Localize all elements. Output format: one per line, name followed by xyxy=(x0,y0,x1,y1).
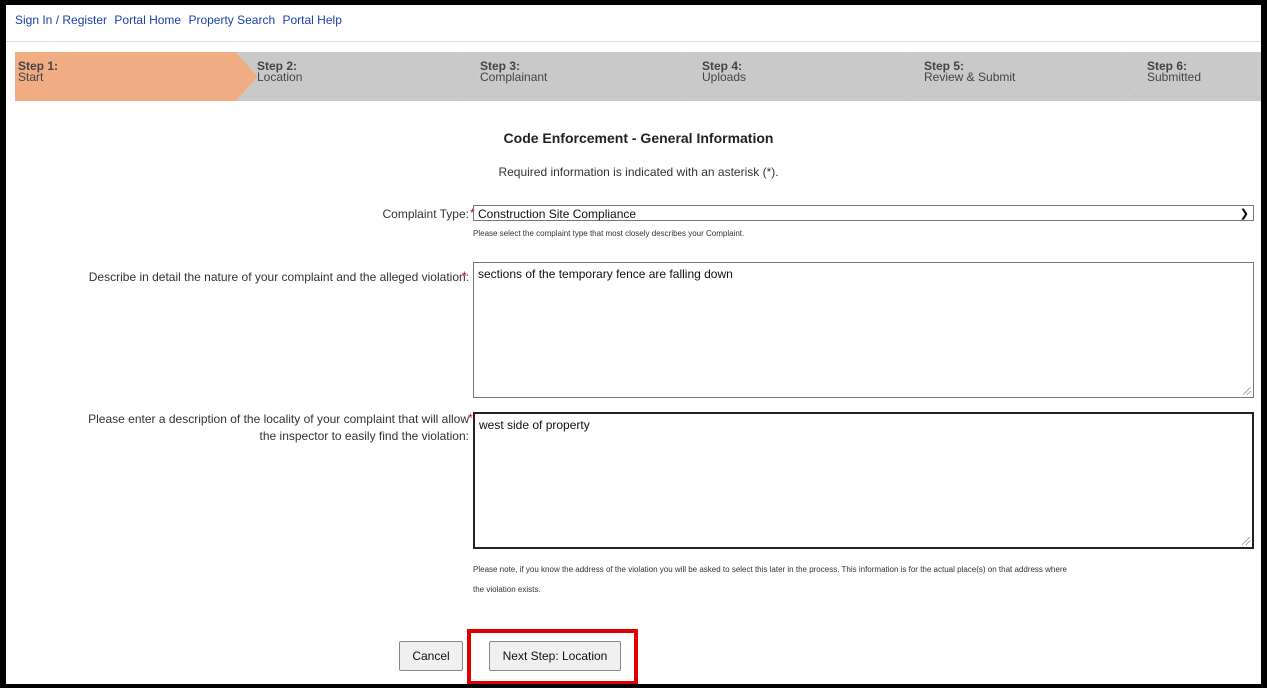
locality-label-line2: the inspector to easily find the violati… xyxy=(259,429,469,443)
locality-note: Please note, if you know the address of … xyxy=(473,560,1261,600)
step-4-label: Uploads xyxy=(702,70,747,84)
required-note: Required information is indicated with a… xyxy=(498,165,779,179)
complaint-type-label: Complaint Type: xyxy=(382,207,470,221)
step-3: Step 3: Complainant xyxy=(458,52,702,101)
complaint-type-select[interactable]: Construction Site Compliance ❯ xyxy=(473,205,1254,221)
description-required-asterisk: * xyxy=(462,269,467,283)
nav-divider xyxy=(6,41,1261,42)
portal-home-link[interactable]: Portal Home xyxy=(114,13,181,27)
step-5: Step 5: Review & Submit xyxy=(902,52,1146,101)
locality-required-asterisk: * xyxy=(468,411,473,425)
chevron-down-icon: ❯ xyxy=(1239,208,1249,220)
step-4: Step 4: Uploads xyxy=(680,52,924,101)
locality-label-line1: Please enter a description of the locali… xyxy=(88,412,469,426)
locality-textarea[interactable]: west side of property xyxy=(473,412,1254,549)
page: Sign In / Register Portal Home Property … xyxy=(6,5,1261,684)
resize-grip-icon[interactable] xyxy=(1243,387,1251,395)
complaint-type-hint: Please select the complaint type that mo… xyxy=(473,229,745,238)
locality-value: west side of property xyxy=(479,418,590,432)
step-5-label: Review & Submit xyxy=(924,70,1016,84)
top-nav: Sign In / Register Portal Home Property … xyxy=(15,13,346,27)
cancel-button[interactable]: Cancel xyxy=(399,641,463,671)
complaint-type-value: Construction Site Compliance xyxy=(478,207,637,221)
description-value: sections of the temporary fence are fall… xyxy=(478,267,733,281)
page-title: Code Enforcement - General Information xyxy=(503,130,774,146)
description-textarea[interactable]: sections of the temporary fence are fall… xyxy=(473,262,1254,398)
step-3-label: Complainant xyxy=(480,70,548,84)
resize-grip-icon[interactable] xyxy=(1242,537,1250,545)
highlight-box xyxy=(467,629,638,684)
step-1: Step 1: Start xyxy=(15,52,258,101)
step-2: Step 2: Location xyxy=(236,52,480,101)
property-search-link[interactable]: Property Search xyxy=(188,13,275,27)
description-label: Describe in detail the nature of your co… xyxy=(88,270,469,284)
locality-label: Please enter a description of the locali… xyxy=(88,411,469,445)
step-6-label: Submitted xyxy=(1147,70,1202,84)
step-1-label: Start xyxy=(18,70,44,84)
step-progress: Step 1: Start Step 2: Location Step 3: Comp… xyxy=(15,52,1261,101)
portal-help-link[interactable]: Portal Help xyxy=(283,13,342,27)
locality-note-line1: Please note, if you know the address of … xyxy=(473,565,1067,574)
step-2-label: Location xyxy=(257,70,303,84)
locality-note-line2: the violation exists. xyxy=(473,585,541,594)
sign-in-register-link[interactable]: Sign In / Register xyxy=(15,13,107,27)
